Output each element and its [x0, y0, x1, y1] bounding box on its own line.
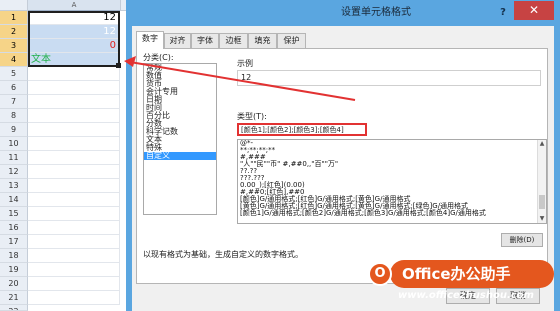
number-tab-panel: 分类(C): 常规 数值 货币 会计专用 日期 时间 百分比 分数 科学记数 文… [136, 48, 548, 284]
fill-handle[interactable] [116, 63, 121, 68]
cell[interactable] [28, 207, 120, 221]
row-header[interactable]: 8 [0, 109, 28, 123]
cell[interactable] [28, 249, 120, 263]
scroll-up-arrow-icon[interactable]: ▲ [538, 140, 546, 148]
cell[interactable] [28, 277, 120, 291]
sample-label: 示例 [237, 59, 253, 68]
cell-a2[interactable]: 12 [28, 25, 120, 39]
format-code-item[interactable]: **;**;**;** [238, 147, 546, 154]
cell[interactable] [28, 221, 120, 235]
format-code-item[interactable]: [颜色1]G/通用格式;[颜色2]G/通用格式;[颜色3]G/通用格式;[颜色4… [238, 210, 546, 217]
cell[interactable] [28, 137, 120, 151]
row-header[interactable]: 7 [0, 95, 28, 109]
help-button[interactable]: ? [496, 6, 510, 19]
scroll-down-arrow-icon[interactable]: ▼ [538, 215, 546, 223]
tab-border[interactable]: 边框 [219, 33, 248, 48]
row-header[interactable]: 16 [0, 221, 28, 235]
format-description: 以现有格式为基础，生成自定义的数字格式。 [143, 250, 303, 259]
watermark-brand: Office办公助手 [390, 260, 554, 288]
column-header-a[interactable]: A [28, 0, 120, 11]
cell[interactable] [28, 109, 120, 123]
spreadsheet: A 1 2 3 4 5 6 7 8 9 10 11 12 13 14 15 16… [0, 0, 132, 311]
row-header[interactable]: 3 [0, 39, 28, 53]
select-all-corner[interactable] [0, 0, 28, 11]
row-header[interactable]: 4 [0, 53, 28, 67]
tab-font[interactable]: 字体 [191, 33, 219, 48]
cell[interactable] [28, 193, 120, 207]
cell[interactable] [28, 165, 120, 179]
scroll-thumb[interactable] [539, 195, 545, 209]
cell[interactable] [28, 123, 120, 137]
row-header[interactable]: 18 [0, 249, 28, 263]
sample-preview: 12 [237, 70, 541, 86]
format-list-scrollbar[interactable]: ▲ ▼ [537, 140, 546, 223]
format-code-item[interactable]: "人""民""币" #,##0,,"百""万" [238, 161, 546, 168]
row-header[interactable]: 13 [0, 179, 28, 193]
cell[interactable] [28, 151, 120, 165]
format-code-item[interactable]: ??.?? [238, 168, 546, 175]
delete-button[interactable]: 删除(D) [501, 233, 543, 247]
category-label: 分类(C): [143, 53, 174, 62]
type-input[interactable]: [颜色1];[颜色2];[颜色3];[颜色4] [237, 123, 367, 136]
category-list[interactable]: 常规 数值 货币 会计专用 日期 时间 百分比 分数 科学记数 文本 特殊 自定… [143, 63, 217, 215]
row-header[interactable]: 21 [0, 291, 28, 305]
office-logo-icon: O [368, 262, 392, 286]
cell[interactable] [28, 179, 120, 193]
dialog-title-bar[interactable]: 设置单元格格式 ? ✕ [126, 0, 560, 26]
cell[interactable] [28, 263, 120, 277]
cell[interactable] [28, 95, 120, 109]
row-header[interactable]: 10 [0, 137, 28, 151]
row-header[interactable]: 19 [0, 263, 28, 277]
tab-fill[interactable]: 填充 [248, 33, 277, 48]
row-header[interactable]: 9 [0, 123, 28, 137]
tab-alignment[interactable]: 对齐 [164, 33, 191, 48]
cell-a3[interactable]: 0 [28, 39, 120, 53]
row-header[interactable]: 2 [0, 25, 28, 39]
format-code-item[interactable]: @*- [238, 140, 546, 147]
cell[interactable] [28, 81, 120, 95]
row-header[interactable]: 11 [0, 151, 28, 165]
row-header[interactable]: 17 [0, 235, 28, 249]
row-header[interactable]: 5 [0, 67, 28, 81]
row-header[interactable]: 14 [0, 193, 28, 207]
row-header[interactable]: 1 [0, 11, 28, 25]
format-code-list[interactable]: @*- **;**;**;** #,### "人""民""币" #,##0,,"… [237, 139, 547, 224]
row-header[interactable]: 12 [0, 165, 28, 179]
cell-a1[interactable]: 12 [28, 11, 120, 25]
tab-protection[interactable]: 保护 [277, 33, 306, 48]
cell-a4[interactable]: 文本 [28, 53, 120, 67]
row-header[interactable]: 15 [0, 207, 28, 221]
row-header[interactable]: 6 [0, 81, 28, 95]
dialog-title: 设置单元格格式 [341, 7, 411, 18]
close-button[interactable]: ✕ [514, 1, 554, 20]
cell[interactable] [28, 235, 120, 249]
cell[interactable] [28, 291, 120, 305]
watermark-url: www.officezhushou.com [398, 290, 534, 301]
tab-number[interactable]: 数字 [136, 31, 164, 49]
row-header[interactable]: 20 [0, 277, 28, 291]
type-label: 类型(T): [237, 112, 267, 121]
cell[interactable] [28, 67, 120, 81]
category-item-custom[interactable]: 自定义 [144, 152, 216, 160]
row-header[interactable]: 22 [0, 305, 28, 311]
